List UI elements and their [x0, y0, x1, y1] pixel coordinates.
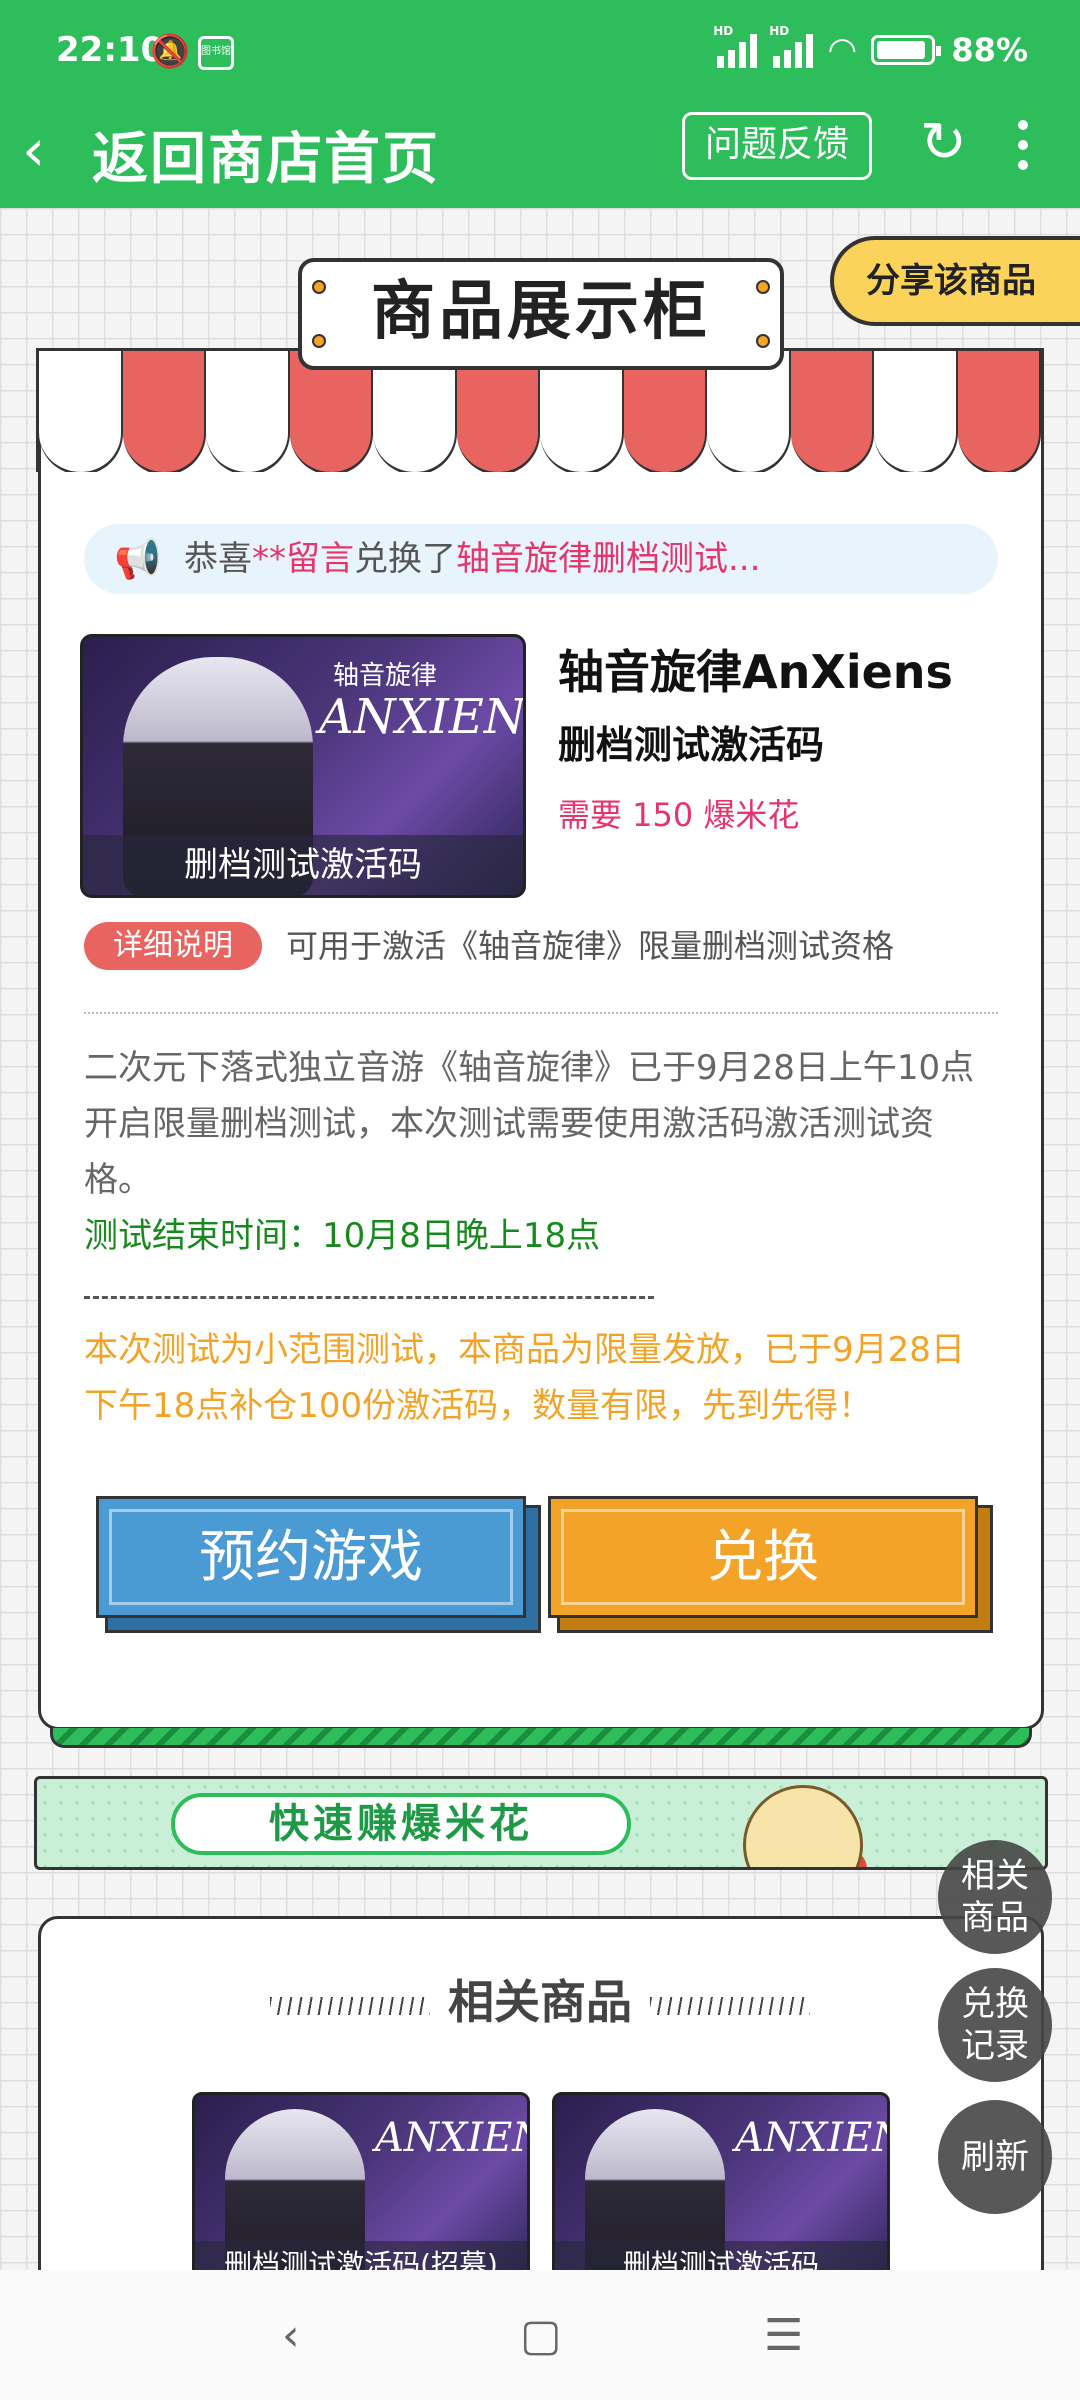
feedback-button[interactable]: 问题反馈 — [682, 112, 872, 180]
showcase-sign: 商品展示柜 — [298, 258, 784, 370]
nav-back-icon[interactable]: ‹ — [282, 2310, 300, 2361]
product-description: 二次元下落式独立音游《轴音旋律》已于9月28日上午10点开启限量删档测试，本次测… — [84, 1048, 975, 1200]
redeem-button[interactable]: 兑换 — [548, 1496, 978, 1618]
nav-menu-icon[interactable]: ☰ — [764, 2310, 803, 2361]
more-vertical-icon[interactable] — [1018, 120, 1028, 170]
app-bar: ‹ 返回商店首页 问题反馈 ↻ — [0, 100, 1080, 208]
divider — [84, 1012, 998, 1014]
top-bar: 22:10 🔕 图书馆 HD HD ◠ 88% ‹ 返回商店首页 问题反馈 ↻ — [0, 0, 1080, 208]
product-image-caption: 删档测试激活码 — [83, 835, 523, 895]
status-time: 22:10 — [56, 30, 165, 70]
page-title[interactable]: 返回商店首页 — [92, 114, 440, 195]
game-logo-en: ANXIENS — [319, 689, 526, 745]
nav-home-icon[interactable]: ▢ — [520, 2310, 562, 2361]
redeem-notice-marquee: 📢 恭喜**留言兑换了轴音旋律删档测试... — [84, 524, 998, 594]
related-item-2[interactable]: ANXIENS 删档测试激活码 — [552, 2092, 890, 2292]
redeem-label: 兑换 — [561, 1509, 965, 1605]
signal-icon-2: HD — [769, 24, 814, 68]
wifi-icon: ◠ — [829, 30, 856, 70]
related-title: 相关商品 — [0, 1966, 1080, 2032]
detail-summary: 可用于激活《轴音旋律》限量删档测试资格 — [286, 927, 895, 965]
related-products-fab[interactable]: 相关 商品 — [938, 1840, 1052, 1954]
restock-notice: 本次测试为小范围测试，本商品为限量发放，已于9月28日下午18点补仓100份激活… — [84, 1330, 965, 1426]
card-base-stripe — [50, 1728, 1032, 1748]
app-notification-icon: 图书馆 — [198, 36, 234, 70]
share-product-button[interactable]: 分享该商品 — [830, 236, 1080, 326]
redeem-records-fab[interactable]: 兑换 记录 — [938, 1968, 1052, 2082]
notice-item: 轴音旋律删档测试... — [456, 539, 761, 579]
status-right: HD HD ◠ 88% — [713, 24, 1028, 70]
chevron-left-icon[interactable]: ‹ — [22, 120, 82, 180]
bell-muted-icon: 🔕 — [150, 32, 190, 70]
reserve-game-button[interactable]: 预约游戏 — [96, 1496, 526, 1618]
notice-user: **留言 — [252, 539, 354, 579]
showcase-sign-text: 商品展示柜 — [371, 275, 711, 349]
refresh-fab[interactable]: 刷新 — [938, 2100, 1052, 2214]
mascot-illustration — [743, 1785, 863, 1867]
notice-mid: 兑换了 — [354, 539, 456, 579]
battery-icon — [871, 35, 942, 65]
battery-percent: 88% — [951, 31, 1028, 69]
notice-prefix: 恭喜 — [184, 539, 252, 579]
game-logo: ANXIENS — [735, 2115, 887, 2161]
game-logo: ANXIENS — [375, 2115, 527, 2161]
dashed-separator — [84, 1296, 654, 1299]
product-image[interactable]: 轴音旋律 ANXIENS 删档测试激活码 — [80, 634, 526, 898]
status-bar: 22:10 🔕 图书馆 HD HD ◠ 88% — [0, 0, 1080, 100]
related-title-text: 相关商品 — [448, 1975, 632, 2029]
signal-icon: HD — [713, 24, 758, 68]
product-price: 需要 150 爆米花 — [558, 796, 800, 834]
related-item-1[interactable]: ANXIENS 删档测试激活码(招募) — [192, 2092, 530, 2292]
system-nav-bar: ‹ ▢ ☰ — [0, 2270, 1080, 2400]
detail-tag: 详细说明 — [84, 922, 262, 970]
earn-popcorn-label: 快速赚爆米花 — [171, 1793, 631, 1855]
speaker-icon: 📢 — [114, 537, 162, 581]
reserve-game-label: 预约游戏 — [109, 1509, 513, 1605]
product-subtitle: 删档测试激活码 — [558, 723, 825, 767]
product-name: 轴音旋律AnXiens — [558, 645, 953, 699]
game-logo-cn: 轴音旋律 — [333, 661, 438, 691]
earn-popcorn-banner[interactable]: 快速赚爆米花 — [34, 1776, 1048, 1870]
test-end-time: 测试结束时间：10月8日晚上18点 — [84, 1216, 601, 1256]
refresh-icon[interactable]: ↻ — [920, 110, 967, 175]
